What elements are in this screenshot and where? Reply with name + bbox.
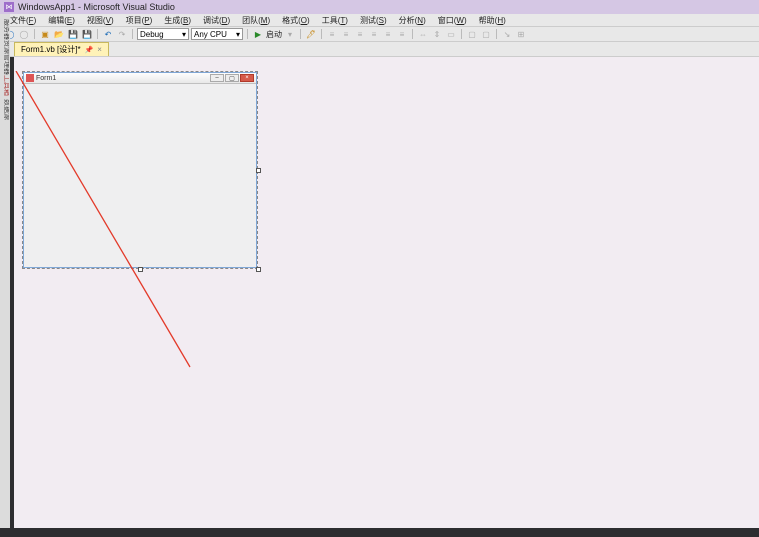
redo-icon[interactable]: ↷ bbox=[116, 28, 128, 40]
send-back-icon[interactable]: ▢ bbox=[480, 28, 492, 40]
toolbar-separator bbox=[461, 29, 462, 39]
save-all-icon[interactable]: 💾 bbox=[81, 28, 93, 40]
side-panel-datasource: 数据源 bbox=[3, 99, 9, 120]
pin-icon[interactable]: 📌 bbox=[85, 46, 94, 54]
v-spacing-icon[interactable]: ⇕ bbox=[431, 28, 443, 40]
menu-analyze[interactable]: 分析(N) bbox=[393, 15, 432, 26]
resize-handle-south[interactable] bbox=[138, 267, 143, 272]
document-tab[interactable]: Form1.vb [设计]* 📌 × bbox=[14, 42, 109, 56]
menu-view[interactable]: 视图(V) bbox=[81, 15, 120, 26]
title-bar: ⋈ WindowsApp1 - Microsoft Visual Studio bbox=[0, 0, 759, 14]
menu-debug[interactable]: 调试(D) bbox=[197, 15, 236, 26]
side-panels-svg: 服务器资源管理器 工具箱 数据源 bbox=[1, 15, 9, 315]
toolbar-separator bbox=[34, 29, 35, 39]
side-panel-toolbox: 工具箱 bbox=[3, 75, 9, 96]
nav-fwd-icon[interactable]: ◯ bbox=[18, 28, 30, 40]
platform-combo[interactable]: Any CPU▾ bbox=[191, 28, 243, 40]
menu-help[interactable]: 帮助(H) bbox=[473, 15, 512, 26]
grid-icon[interactable]: ⊞ bbox=[515, 28, 527, 40]
save-icon[interactable]: 💾 bbox=[67, 28, 79, 40]
size-same-icon[interactable]: ▭ bbox=[445, 28, 457, 40]
menu-edit[interactable]: 编辑(E) bbox=[42, 15, 81, 26]
menu-project[interactable]: 项目(P) bbox=[120, 15, 159, 26]
config-combo[interactable]: Debug▾ bbox=[137, 28, 189, 40]
toolbar-separator bbox=[97, 29, 98, 39]
toolbar-separator bbox=[247, 29, 248, 39]
toolbar-separator bbox=[496, 29, 497, 39]
document-tab-well: Form1.vb [设计]* 📌 × bbox=[0, 42, 759, 57]
h-spacing-icon[interactable]: ⇔ bbox=[417, 28, 429, 40]
toolbar-separator bbox=[300, 29, 301, 39]
toolbar-separator bbox=[321, 29, 322, 39]
undo-icon[interactable]: ↶ bbox=[102, 28, 114, 40]
menu-bar: 文件(F) 编辑(E) 视图(V) 项目(P) 生成(B) 调试(D) 团队(M… bbox=[0, 14, 759, 27]
align-middle-icon[interactable]: ≡ bbox=[382, 28, 394, 40]
find-icon[interactable]: 🖊 bbox=[305, 28, 317, 40]
tab-order-icon[interactable]: ↘ bbox=[501, 28, 513, 40]
form-caption-bar: Form1 – ▢ × bbox=[24, 73, 256, 84]
vs-icon: ⋈ bbox=[4, 2, 14, 12]
menu-window[interactable]: 窗口(W) bbox=[432, 15, 473, 26]
align-right-icon[interactable]: ≡ bbox=[354, 28, 366, 40]
run-dropdown-icon[interactable]: ▾ bbox=[284, 28, 296, 40]
resize-handle-east[interactable] bbox=[256, 168, 261, 173]
menu-test[interactable]: 测试(S) bbox=[354, 15, 393, 26]
menu-tools[interactable]: 工具(T) bbox=[316, 15, 354, 26]
open-icon[interactable]: 📂 bbox=[53, 28, 65, 40]
run-icon[interactable]: ▶ bbox=[252, 28, 264, 40]
designer-surface[interactable]: Form1 – ▢ × bbox=[14, 57, 759, 528]
menu-build[interactable]: 生成(B) bbox=[158, 15, 197, 26]
form-close-icon: × bbox=[240, 74, 254, 82]
form-caption-text: Form1 bbox=[36, 75, 56, 82]
toolbar: ◯ ◯ ▣ 📂 💾 💾 ↶ ↷ Debug▾ Any CPU▾ ▶ 启动 ▾ 🖊… bbox=[0, 27, 759, 42]
toolbar-separator bbox=[412, 29, 413, 39]
menu-team[interactable]: 团队(M) bbox=[236, 15, 276, 26]
menu-format[interactable]: 格式(O) bbox=[276, 15, 316, 26]
resize-handle-southeast[interactable] bbox=[256, 267, 261, 272]
form-designer[interactable]: Form1 – ▢ × bbox=[22, 71, 258, 269]
run-label[interactable]: 启动 bbox=[266, 29, 282, 40]
align-left-icon[interactable]: ≡ bbox=[326, 28, 338, 40]
status-bar bbox=[0, 528, 759, 537]
align-bottom-icon[interactable]: ≡ bbox=[396, 28, 408, 40]
form-maximize-icon: ▢ bbox=[225, 74, 239, 82]
close-icon[interactable]: × bbox=[97, 45, 102, 54]
align-center-icon[interactable]: ≡ bbox=[340, 28, 352, 40]
form-icon bbox=[26, 74, 34, 82]
form-minimize-icon: – bbox=[210, 74, 224, 82]
side-panel-strip: 服务器资源管理器 工具箱 数据源 bbox=[0, 14, 10, 528]
side-panel-server-explorer: 服务器资源管理器 bbox=[3, 19, 9, 75]
window-title: WindowsApp1 - Microsoft Visual Studio bbox=[18, 2, 175, 12]
bring-front-icon[interactable]: ▢ bbox=[466, 28, 478, 40]
toolbar-separator bbox=[132, 29, 133, 39]
new-project-icon[interactable]: ▣ bbox=[39, 28, 51, 40]
form-window[interactable]: Form1 – ▢ × bbox=[23, 72, 257, 268]
align-top-icon[interactable]: ≡ bbox=[368, 28, 380, 40]
tab-label: Form1.vb [设计]* bbox=[21, 44, 81, 55]
